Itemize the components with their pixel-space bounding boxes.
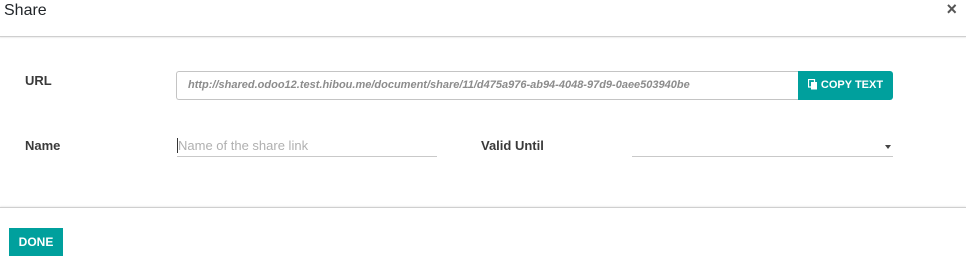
copy-text-label: COPY TEXT (820, 79, 884, 91)
valid-until-label: Valid Until (481, 138, 544, 153)
name-label: Name (25, 138, 61, 153)
url-label: URL (25, 73, 52, 88)
dialog-footer: DONE (0, 207, 966, 262)
valid-until-select[interactable] (632, 137, 893, 157)
caret-down-icon[interactable] (885, 145, 891, 149)
copy-text-button[interactable]: COPY TEXT (798, 71, 893, 100)
close-icon[interactable]: × (946, 0, 957, 18)
dialog-title: Share (4, 2, 47, 19)
name-placeholder: Name of the share link (178, 138, 309, 153)
share-dialog: Share × URL http://shared.odoo12.test.hi… (0, 0, 966, 262)
url-field[interactable]: http://shared.odoo12.test.hibou.me/docum… (176, 71, 798, 100)
clipboard-icon (807, 78, 817, 90)
text-caret (177, 138, 178, 153)
dialog-header: Share × (0, 0, 966, 37)
done-button[interactable]: DONE (9, 228, 63, 256)
share-name-input[interactable]: Name of the share link (177, 137, 437, 157)
